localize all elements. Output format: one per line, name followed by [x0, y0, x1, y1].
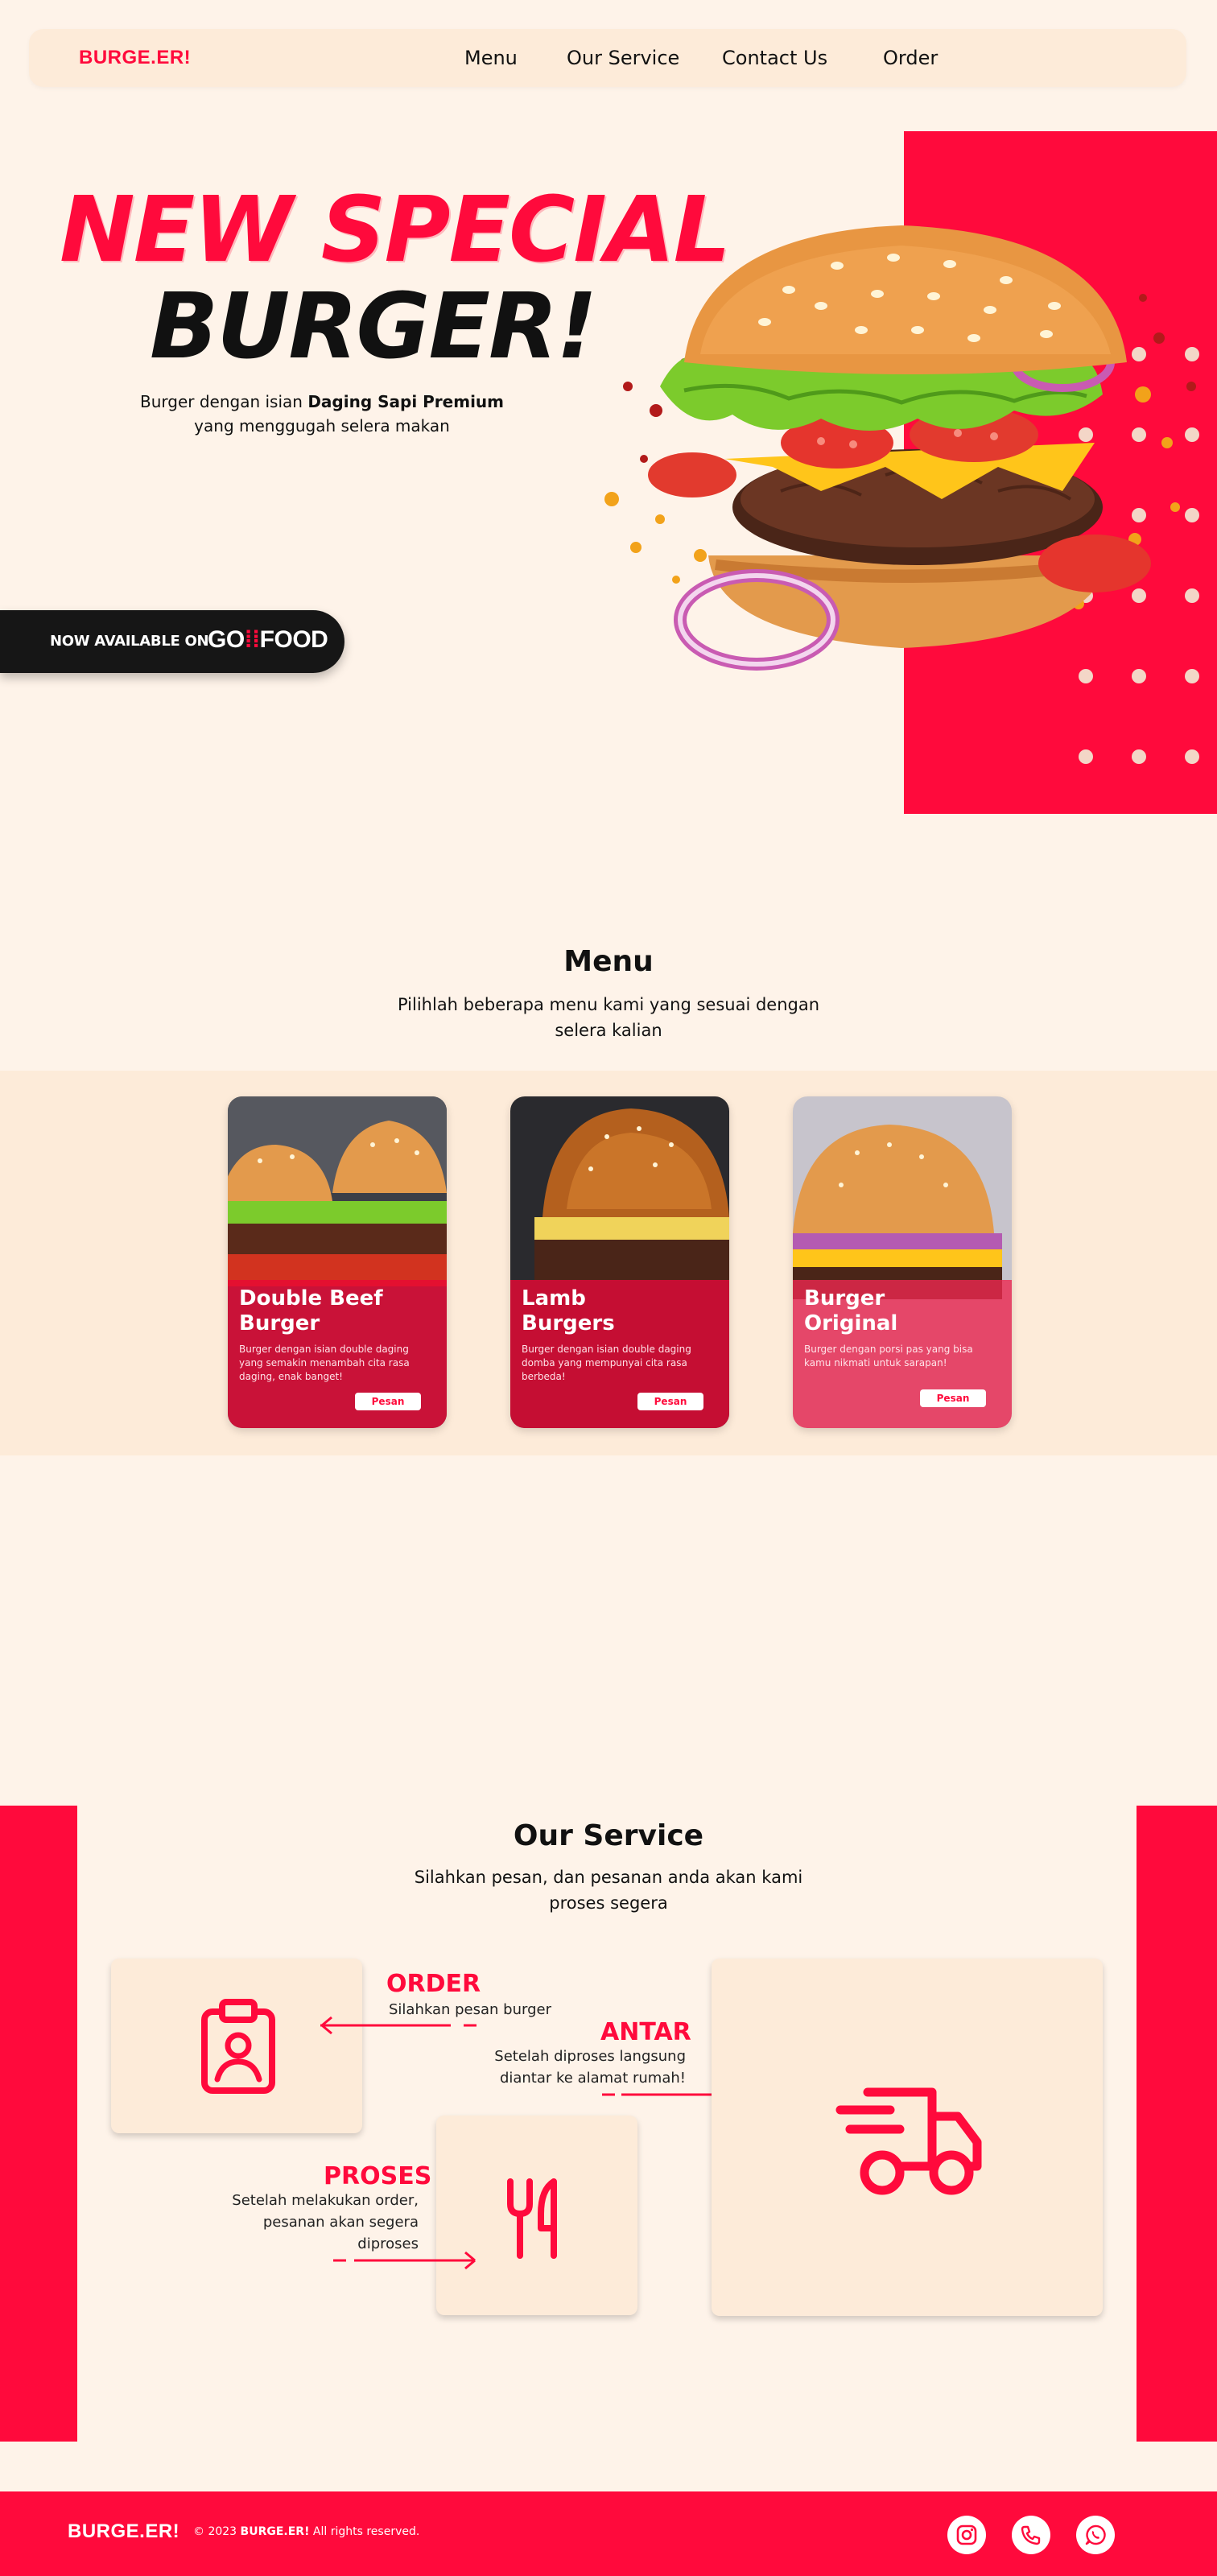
- fork-knife-icon: [507, 2178, 557, 2259]
- menu-subtitle-line2: selera kalian: [555, 1021, 662, 1040]
- menu-card-title-line2: Burger: [239, 1311, 320, 1335]
- service-red-band-right: [1137, 1806, 1217, 2442]
- instagram-button[interactable]: [947, 2516, 986, 2554]
- hero-desc-prefix: Burger dengan isian: [139, 392, 308, 411]
- proses-arrow: [333, 2251, 476, 2270]
- decor-dot: [1079, 749, 1093, 764]
- menu-card-burger-original[interactable]: Burger Original Burger dengan porsi pas …: [793, 1096, 1012, 1428]
- pesan-button[interactable]: Pesan: [355, 1393, 421, 1410]
- service-section-subtitle: Silahkan pesan, dan pesanan anda akan ka…: [367, 1864, 850, 1916]
- hero-desc-line2: yang menggugah selera makan: [194, 416, 450, 436]
- pesan-button[interactable]: Pesan: [920, 1389, 986, 1407]
- order-card: [111, 1959, 362, 2133]
- menu-card-description: Burger dengan isian double daging domba …: [522, 1344, 691, 1382]
- hero-desc-bold: Daging Sapi Premium: [307, 392, 505, 411]
- delivery-truck-icon: [835, 2087, 982, 2195]
- service-red-band-left: [0, 1806, 77, 2442]
- proses-description: Setelah melakukan order, pesanan akan se…: [201, 2190, 419, 2255]
- nav-brand-logo[interactable]: BURGE.ER!: [79, 47, 191, 69]
- phone-icon: [1021, 2525, 1041, 2545]
- menu-card-title: Lamb Burgers: [522, 1286, 723, 1336]
- menu-section-title: Menu: [563, 945, 654, 978]
- hero-title-burger: BURGER!: [150, 275, 597, 379]
- available-label: NOW AVAILABLE ON: [50, 633, 209, 650]
- delivery-card: [712, 1959, 1103, 2316]
- order-title: ORDER: [386, 1970, 481, 1998]
- copyright-suffix: All rights reserved.: [309, 2525, 420, 2538]
- menu-card-title-line1: Burger: [804, 1286, 885, 1311]
- service-section-title: Our Service: [513, 1819, 704, 1852]
- nav-link-contact-us[interactable]: Contact Us: [722, 47, 827, 69]
- proses-desc-line1: Setelah melakukan order,: [232, 2192, 419, 2209]
- menu-card-title-line2: Original: [804, 1311, 898, 1335]
- gofood-food-text: FOOD: [259, 626, 328, 653]
- menu-card-title-line1: Lamb: [522, 1286, 586, 1311]
- menu-card-description: Burger dengan porsi pas yang bisa kamu n…: [804, 1344, 973, 1368]
- whatsapp-icon: [1085, 2524, 1106, 2545]
- order-arrow: [320, 2016, 476, 2035]
- clipboard-user-icon: [201, 1999, 275, 2094]
- pesan-button[interactable]: Pesan: [637, 1393, 703, 1410]
- proses-card: [436, 2116, 637, 2315]
- menu-card-lamb-burgers[interactable]: Lamb Burgers Burger dengan isian double …: [510, 1096, 729, 1428]
- proses-desc-line2: pesanan akan segera: [262, 2214, 419, 2231]
- nav-link-menu[interactable]: Menu: [464, 47, 518, 69]
- navbar: BURGE.ER! Menu Our Service Contact Us Or…: [29, 29, 1186, 87]
- gofood-go-text: GO: [208, 626, 245, 653]
- menu-card-description: Burger dengan isian double daging yang s…: [239, 1344, 410, 1382]
- footer-brand-logo[interactable]: BURGE.ER!: [68, 2520, 179, 2543]
- decor-dot: [1132, 749, 1146, 764]
- menu-card-title: Double Beef Burger: [239, 1286, 440, 1336]
- instagram-icon: [956, 2524, 977, 2545]
- whatsapp-button[interactable]: [1076, 2516, 1115, 2554]
- hero-title-new-special: NEW SPECIAL: [60, 178, 731, 283]
- gofood-logo: GO⁞⁞FOOD: [208, 626, 328, 654]
- footer-copyright: © 2023 BURGE.ER! All rights reserved.: [193, 2525, 419, 2538]
- service-subtitle-line2: proses segera: [549, 1893, 668, 1913]
- nav-link-our-service[interactable]: Our Service: [567, 47, 679, 69]
- service-subtitle-line1: Silahkan pesan, dan pesanan anda akan ka…: [414, 1868, 803, 1887]
- decor-dot: [1185, 749, 1199, 764]
- nav-link-order[interactable]: Order: [883, 47, 938, 69]
- gofood-cutlery-icon: ⁞⁞: [244, 626, 260, 653]
- copyright-brand: BURGE.ER!: [240, 2525, 310, 2538]
- phone-button[interactable]: [1012, 2516, 1050, 2554]
- gofood-available-button[interactable]: NOW AVAILABLE ON GO⁞⁞FOOD: [0, 610, 344, 673]
- menu-section-subtitle: Pilihlah beberapa menu kami yang sesuai …: [327, 992, 890, 1043]
- hero-burger-image: [604, 225, 1196, 671]
- menu-subtitle-line1: Pilihlah beberapa menu kami yang sesuai …: [397, 995, 820, 1014]
- antar-title: ANTAR: [600, 2018, 691, 2046]
- menu-card-double-beef[interactable]: Double Beef Burger Burger dengan isian d…: [228, 1096, 447, 1428]
- antar-desc-line1: Setelah diproses langsung: [494, 2048, 686, 2065]
- footer: BURGE.ER! © 2023 BURGE.ER! All rights re…: [0, 2491, 1217, 2576]
- menu-card-title-line2: Burgers: [522, 1311, 615, 1335]
- hero-description: Burger dengan isian Daging Sapi Premium …: [121, 390, 523, 438]
- menu-card-title-line1: Double Beef: [239, 1286, 383, 1311]
- proses-title: PROSES: [324, 2162, 432, 2190]
- menu-card-title: Burger Original: [804, 1286, 1005, 1336]
- copyright-prefix: © 2023: [193, 2525, 241, 2538]
